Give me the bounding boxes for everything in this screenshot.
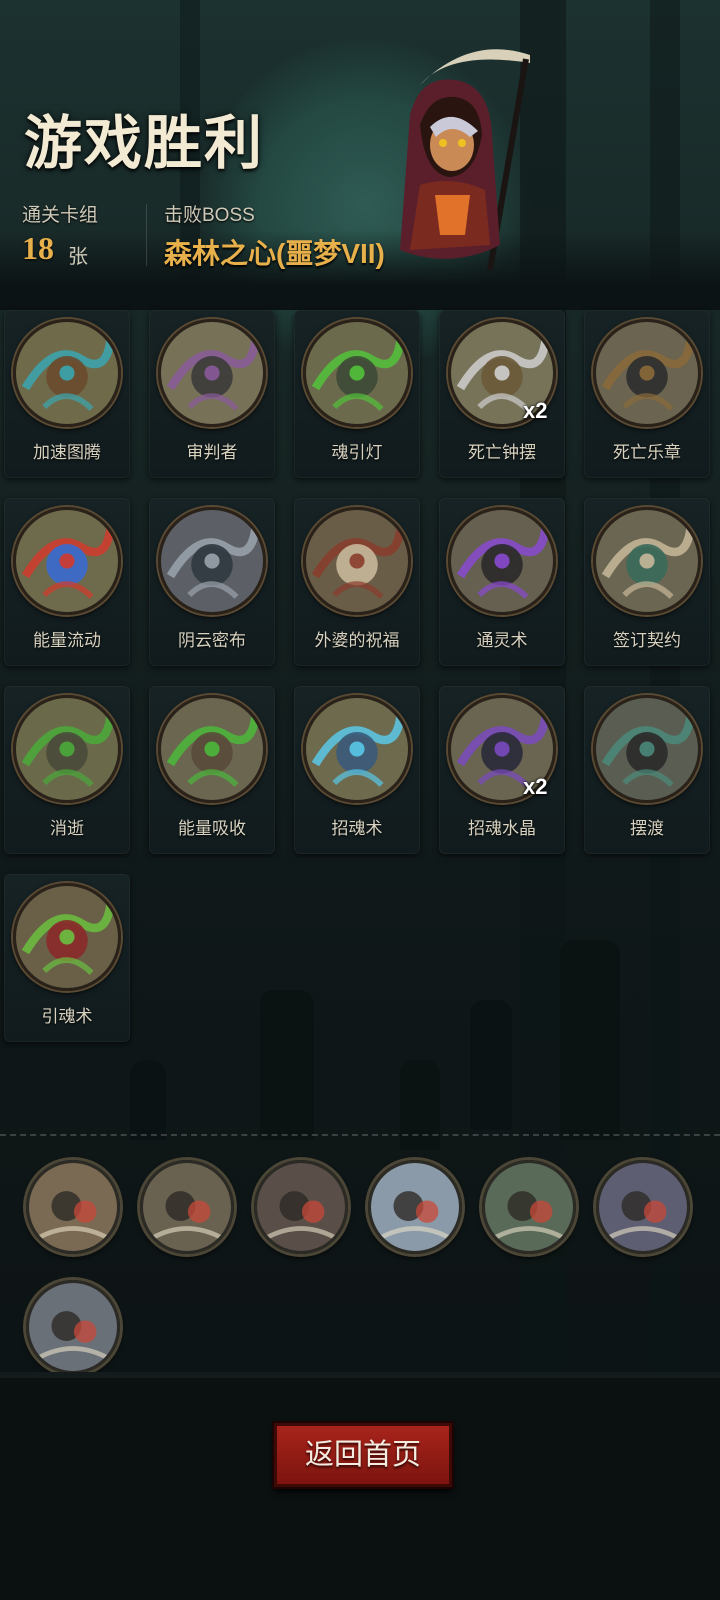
deck-card[interactable]: 消逝 xyxy=(4,686,130,854)
music-box-skulls-icon xyxy=(593,319,701,427)
card-name: 加速图腾 xyxy=(33,443,101,462)
deck-card[interactable]: 通灵术 xyxy=(439,498,565,666)
deck-card[interactable]: 外婆的祝福 xyxy=(294,498,420,666)
card-count-badge: x2 xyxy=(523,398,548,423)
deck-card[interactable]: x2 死亡钟摆 xyxy=(439,310,565,478)
deck-card[interactable]: 魂引灯 xyxy=(294,310,420,478)
deck-card[interactable]: 能量流动 xyxy=(4,498,130,666)
storm-cloud-icon xyxy=(158,507,266,615)
card-name: 摆渡 xyxy=(630,819,664,838)
card-count-badge: x2 xyxy=(523,774,548,799)
card-name: 招魂水晶 xyxy=(468,819,536,838)
card-name: 能量吸收 xyxy=(178,819,246,838)
vampire-relic-icon[interactable] xyxy=(254,1160,348,1254)
scythe-icon xyxy=(158,319,266,427)
deck-card[interactable]: x2 招魂水晶 xyxy=(439,686,565,854)
card-name: 魂引灯 xyxy=(331,443,383,462)
reaper-girl-icon xyxy=(400,49,530,270)
card-name: 签订契约 xyxy=(613,631,681,650)
background-stone xyxy=(470,1000,512,1130)
energy-flow-icon xyxy=(13,507,121,615)
playing-card-relic-icon[interactable] xyxy=(596,1160,690,1254)
deck-card[interactable]: 招魂术 xyxy=(294,686,420,854)
deck-count: 18 xyxy=(22,230,54,266)
bottom-bar xyxy=(0,1378,720,1600)
contract-icon xyxy=(593,507,701,615)
background-stone xyxy=(400,1060,440,1150)
witch-hat-relic-icon[interactable] xyxy=(26,1280,120,1374)
return-home-button[interactable]: 返回首页 xyxy=(274,1423,452,1487)
card-name: 通灵术 xyxy=(476,631,528,650)
deck-card[interactable]: 签订契约 xyxy=(584,498,710,666)
fade-away-icon xyxy=(13,695,121,803)
deck-card[interactable]: 阴云密布 xyxy=(149,498,275,666)
background-stone xyxy=(560,940,620,1140)
warrior-relic-icon[interactable] xyxy=(140,1160,234,1254)
background-stone xyxy=(130,1060,166,1140)
card-name: 外婆的祝福 xyxy=(314,631,400,650)
deck-card[interactable]: 摆渡 xyxy=(584,686,710,854)
summon-souls-icon xyxy=(303,695,411,803)
deck-card[interactable]: 引魂术 xyxy=(4,874,130,1042)
deck-card[interactable]: 加速图腾 xyxy=(4,310,130,478)
victory-title: 游戏胜利 xyxy=(24,111,265,176)
header-divider xyxy=(146,204,147,266)
section-separator xyxy=(0,1134,720,1136)
guide-souls-icon xyxy=(13,883,121,991)
totem-clock-icon xyxy=(13,319,121,427)
boss-name: 森林之心(噩梦VII) xyxy=(164,238,385,269)
card-name: 阴云密布 xyxy=(178,631,246,650)
card-name: 招魂术 xyxy=(331,819,383,838)
ferry-boat-icon xyxy=(593,695,701,803)
card-name: 能量流动 xyxy=(33,631,101,650)
necromancy-icon xyxy=(448,507,556,615)
background-stone xyxy=(260,990,314,1140)
deck-unit: 张 xyxy=(68,246,88,268)
card-name: 审判者 xyxy=(186,443,238,462)
card-name: 死亡乐章 xyxy=(613,443,681,462)
dagger-relic-icon[interactable] xyxy=(368,1160,462,1254)
girls-party-relic-icon[interactable] xyxy=(26,1160,120,1254)
card-name: 引魂术 xyxy=(41,1007,93,1026)
card-name: 消逝 xyxy=(50,819,84,838)
grandma-blessing-icon xyxy=(303,507,411,615)
deck-label: 通关卡组 xyxy=(22,205,99,226)
deck-card[interactable]: 死亡乐章 xyxy=(584,310,710,478)
card-name: 死亡钟摆 xyxy=(468,443,536,462)
ghost-chair-relic-icon[interactable] xyxy=(482,1160,576,1254)
boss-label: 击败BOSS xyxy=(164,205,255,226)
deck-card[interactable]: 审判者 xyxy=(149,310,275,478)
soul-lantern-icon xyxy=(303,319,411,427)
energy-absorb-icon xyxy=(158,695,266,803)
deck-card[interactable]: 能量吸收 xyxy=(149,686,275,854)
